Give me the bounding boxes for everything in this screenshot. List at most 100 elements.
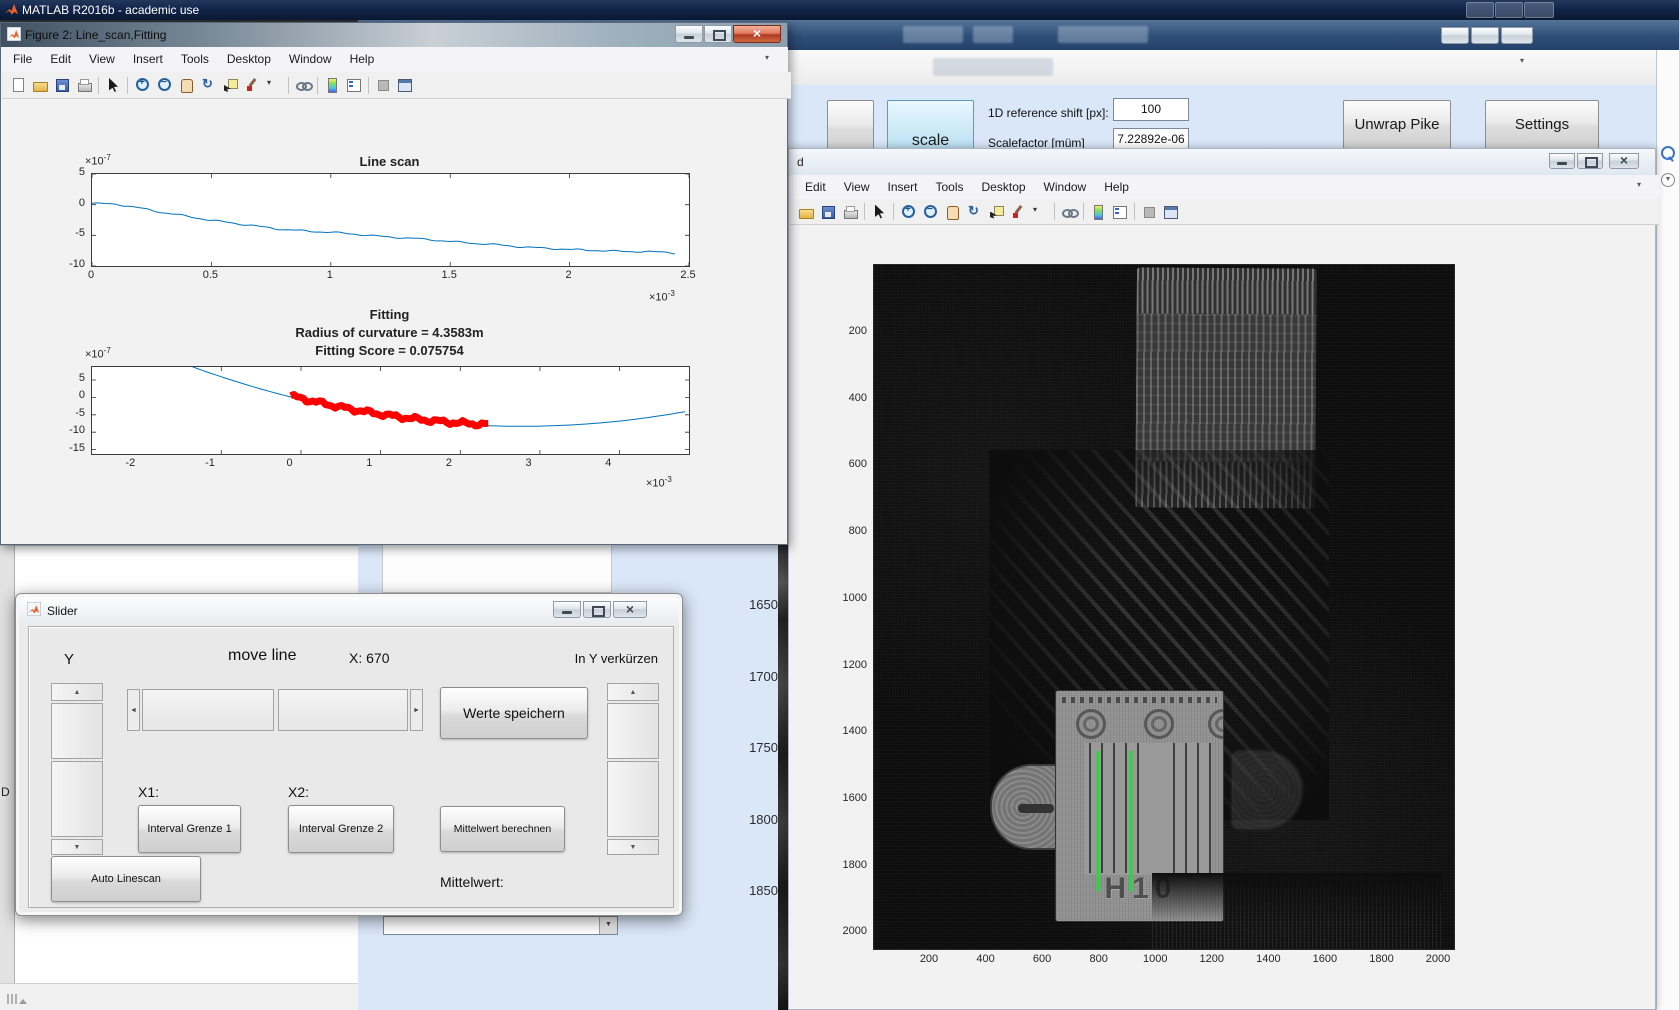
move-line-right-arrow[interactable]: ► <box>410 689 423 731</box>
hide-plot-tools-icon[interactable] <box>1138 201 1160 223</box>
move-line-thumb[interactable] <box>142 689 274 731</box>
menu-item-view[interactable]: View <box>835 175 879 199</box>
figure2-menubar: File Edit View Insert Tools Desktop Window Help <box>2 47 788 73</box>
data-cursor-icon[interactable] <box>219 74 241 96</box>
rotate-3d-icon[interactable] <box>963 201 985 223</box>
y-scroll-down-button[interactable]: ▼ <box>51 839 103 855</box>
save-icon[interactable] <box>51 74 73 96</box>
gui-dropdown[interactable]: ▼ <box>383 916 618 935</box>
y-scroll-thumb[interactable] <box>51 703 103 759</box>
print-icon[interactable] <box>839 201 861 223</box>
gui-maximize-button[interactable] <box>1471 27 1499 44</box>
scale-button[interactable]: scale <box>887 100 974 154</box>
menu-item-edit[interactable]: Edit <box>41 47 80 71</box>
interval-limit2-button[interactable]: Interval Grenze 2 <box>288 805 394 853</box>
brush-dropdown-icon[interactable] <box>263 74 285 96</box>
tick-label: 0 <box>286 457 293 469</box>
menu-item-tools[interactable]: Tools <box>172 47 218 71</box>
fitting-axes[interactable] <box>91 366 690 455</box>
right-figure-minimize-button[interactable] <box>1549 153 1575 169</box>
gui-strip-chevron-icon[interactable]: ▾ <box>1520 56 1524 65</box>
brush-icon[interactable] <box>1007 201 1029 223</box>
hidden-partial-button[interactable] <box>827 100 874 154</box>
gui-minimize-button[interactable] <box>1441 27 1469 44</box>
show-plot-tools-icon[interactable] <box>394 74 416 96</box>
figure2-maximize-button[interactable] <box>704 25 732 43</box>
resize-grip-icon[interactable] <box>7 991 29 1009</box>
calc-mean-button[interactable]: Mittelwert berechnen <box>440 806 565 852</box>
measurement-line[interactable] <box>1097 751 1099 891</box>
shorten-scroll-track[interactable] <box>607 761 659 837</box>
brush-icon[interactable] <box>241 74 263 96</box>
save-icon[interactable] <box>817 201 839 223</box>
unwrap-pike-button[interactable]: Unwrap Pike <box>1343 100 1451 149</box>
pointer-icon[interactable] <box>868 201 890 223</box>
main-maximize-button[interactable] <box>1495 2 1523 18</box>
pan-hand-icon[interactable] <box>941 201 963 223</box>
zoom-out-icon[interactable] <box>919 201 941 223</box>
menu-item-desktop[interactable]: Desktop <box>218 47 280 71</box>
shorten-scroll-thumb[interactable] <box>607 703 659 759</box>
shorten-scroll-up-button[interactable]: ▲ <box>607 683 659 701</box>
linescan-axes[interactable] <box>91 173 690 267</box>
menu-item-tools[interactable]: Tools <box>927 175 973 199</box>
colorbar-icon[interactable] <box>1087 201 1109 223</box>
menu-item-insert[interactable]: Insert <box>878 175 926 199</box>
settings-button[interactable]: Settings <box>1485 100 1599 149</box>
gui-close-button[interactable] <box>1501 27 1533 44</box>
data-cursor-icon[interactable] <box>985 201 1007 223</box>
menu-item-edit[interactable]: Edit <box>796 175 835 199</box>
main-close-button[interactable] <box>1524 2 1554 18</box>
dropdown-arrow-icon[interactable]: ▼ <box>599 917 617 934</box>
zoom-out-icon[interactable] <box>153 74 175 96</box>
expand-panel-icon[interactable]: ▼ <box>1661 173 1675 187</box>
menu-overflow-chevron-icon[interactable]: ▾ <box>1637 180 1641 189</box>
zoom-in-icon[interactable] <box>897 201 919 223</box>
brush-dropdown-icon[interactable] <box>1029 201 1051 223</box>
pointer-icon[interactable] <box>102 74 124 96</box>
slider-minimize-button[interactable] <box>553 601 581 618</box>
slider-maximize-button[interactable] <box>583 601 611 618</box>
move-line-left-arrow[interactable]: ◄ <box>127 689 140 731</box>
ref-shift-input[interactable]: 100 <box>1113 98 1189 121</box>
legend-icon[interactable] <box>343 74 365 96</box>
shorten-scroll-down-button[interactable]: ▼ <box>607 839 659 855</box>
menu-overflow-chevron-icon[interactable]: ▾ <box>765 53 769 62</box>
rotate-3d-icon[interactable] <box>197 74 219 96</box>
menu-item-desktop[interactable]: Desktop <box>973 175 1035 199</box>
figure2-close-button[interactable] <box>733 25 781 43</box>
interferogram-image[interactable]: H10 <box>873 264 1455 950</box>
open-folder-icon[interactable] <box>795 201 817 223</box>
menu-item-insert[interactable]: Insert <box>124 47 172 71</box>
interval-limit1-button[interactable]: Interval Grenze 1 <box>138 805 241 853</box>
menu-item-help[interactable]: Help <box>341 47 384 71</box>
legend-icon[interactable] <box>1109 201 1131 223</box>
menu-item-file[interactable]: File <box>4 47 41 71</box>
link-plots-icon[interactable] <box>292 74 314 96</box>
menu-item-window[interactable]: Window <box>280 47 341 71</box>
measurement-line[interactable] <box>1130 751 1132 891</box>
zoom-in-icon[interactable] <box>131 74 153 96</box>
right-figure-close-button[interactable] <box>1609 152 1639 169</box>
pan-hand-icon[interactable] <box>175 74 197 96</box>
auto-linescan-button[interactable]: Auto Linescan <box>51 856 201 902</box>
right-figure-maximize-button[interactable] <box>1577 153 1603 169</box>
main-minimize-button[interactable] <box>1466 2 1494 18</box>
menu-item-window[interactable]: Window <box>1035 175 1096 199</box>
y-scroll-track[interactable] <box>51 761 103 837</box>
print-icon[interactable] <box>73 74 95 96</box>
y-scroll-up-button[interactable]: ▲ <box>51 683 103 701</box>
hide-plot-tools-icon[interactable] <box>372 74 394 96</box>
menu-item-help[interactable]: Help <box>1095 175 1138 199</box>
new-document-icon[interactable] <box>7 74 29 96</box>
show-plot-tools-icon[interactable] <box>1160 201 1182 223</box>
save-values-button[interactable]: Werte speichern <box>440 687 588 739</box>
show-plot-tools-icon <box>1163 204 1179 220</box>
link-plots-icon[interactable] <box>1058 201 1080 223</box>
menu-item-view[interactable]: View <box>80 47 124 71</box>
figure2-minimize-button[interactable] <box>675 25 703 43</box>
open-folder-icon[interactable] <box>29 74 51 96</box>
move-line-track[interactable] <box>278 689 408 731</box>
slider-close-button[interactable] <box>613 601 647 618</box>
colorbar-icon[interactable] <box>321 74 343 96</box>
